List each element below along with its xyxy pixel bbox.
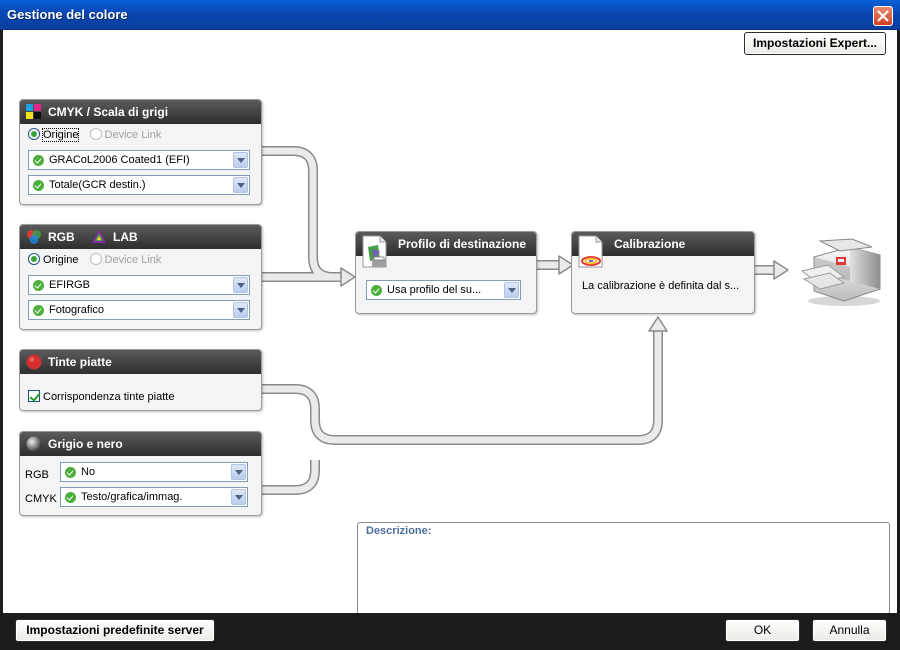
cmyk-panel-title: CMYK / Scala di grigi bbox=[48, 105, 169, 119]
destination-panel: Profilo di destinazione Usa profilo del … bbox=[355, 231, 537, 314]
ok-check-icon bbox=[33, 155, 44, 166]
close-icon bbox=[877, 10, 889, 22]
spot-panel-header: Tinte piatte bbox=[20, 350, 261, 374]
description-label: Descrizione: bbox=[366, 525, 432, 537]
calibration-icon bbox=[578, 235, 603, 268]
rgb-circles-icon bbox=[27, 230, 41, 244]
chevron-down-icon[interactable] bbox=[233, 152, 248, 168]
cmyk-source-radio[interactable] bbox=[28, 128, 40, 140]
cmyk-source-label[interactable]: Origine bbox=[41, 128, 80, 142]
title-bar: Gestione del colore bbox=[0, 0, 900, 30]
ok-check-icon bbox=[33, 280, 44, 291]
arrowhead-printer bbox=[773, 260, 789, 280]
calibration-text: La calibrazione è definita dal s... bbox=[582, 280, 740, 292]
arrowhead-dest bbox=[340, 267, 356, 287]
spot-color-icon bbox=[26, 354, 42, 370]
cmyk-source-radio-row: Origine Device Link bbox=[28, 128, 162, 142]
ok-check-icon bbox=[65, 467, 76, 478]
connector-cmyk bbox=[261, 146, 343, 282]
chevron-down-icon[interactable] bbox=[233, 302, 248, 318]
arrowhead-calib-up bbox=[648, 316, 668, 332]
gray-ball-icon bbox=[26, 436, 42, 452]
gray-cmyk-select[interactable]: Testo/grafica/immag. bbox=[60, 487, 248, 507]
rgb-profile-select[interactable]: EFIRGB bbox=[28, 275, 250, 295]
cmyk-rendering-select[interactable]: Totale(GCR destin.) bbox=[28, 175, 250, 195]
rgb-source-label[interactable]: Origine bbox=[43, 254, 78, 266]
cmyk-panel-header: CMYK / Scala di grigi bbox=[20, 100, 261, 124]
rgb-source-radio-row: Origine Device Link bbox=[28, 253, 161, 266]
spot-match-checkbox[interactable] bbox=[28, 390, 40, 402]
rgb-profile-value: EFIRGB bbox=[49, 279, 90, 291]
ok-check-icon bbox=[33, 305, 44, 316]
gray-rgb-label: RGB bbox=[25, 469, 49, 481]
chevron-down-icon[interactable] bbox=[231, 464, 246, 480]
destination-profile-select[interactable]: Usa profilo del su... bbox=[366, 280, 521, 300]
chevron-down-icon[interactable] bbox=[233, 277, 248, 293]
rgb-panel: RGB LAB Origine Device Link EFIRGB Fotog bbox=[19, 224, 262, 330]
lab-triangle-icon bbox=[92, 230, 106, 243]
gray-cmyk-value: Testo/grafica/immag. bbox=[81, 491, 183, 503]
cmyk-swatch-icon bbox=[26, 104, 41, 119]
gray-rgb-select[interactable]: No bbox=[60, 462, 248, 482]
gray-panel-header: Grigio e nero bbox=[20, 432, 261, 456]
cmyk-devicelink-radio bbox=[89, 128, 102, 140]
chevron-down-icon[interactable] bbox=[504, 282, 519, 298]
gray-rgb-value: No bbox=[81, 466, 96, 478]
gray-panel: Grigio e nero RGB No CMYK Testo/grafica/… bbox=[19, 431, 262, 516]
lab-panel-title: LAB bbox=[113, 230, 138, 244]
cmyk-rendering-value: Totale(GCR destin.) bbox=[49, 179, 146, 191]
gray-panel-title: Grigio e nero bbox=[48, 437, 123, 451]
calibration-panel-title: Calibrazione bbox=[614, 237, 686, 251]
close-button[interactable] bbox=[873, 6, 893, 26]
rgb-devicelink-radio bbox=[89, 253, 102, 265]
rgb-panel-title: RGB bbox=[48, 230, 75, 244]
dialog-footer: Impostazioni predefinite server OK Annul… bbox=[3, 613, 897, 647]
ok-button[interactable]: OK bbox=[725, 619, 800, 642]
chevron-down-icon[interactable] bbox=[231, 489, 246, 505]
dialog-client: Impostazioni Expert... CMYK / Scala di g… bbox=[3, 30, 897, 641]
ok-check-icon bbox=[65, 492, 76, 503]
cmyk-panel: CMYK / Scala di grigi Origine Device Lin… bbox=[19, 99, 262, 205]
destination-panel-title: Profilo di destinazione bbox=[398, 237, 527, 251]
connector-spot bbox=[261, 330, 663, 445]
gray-cmyk-label: CMYK bbox=[25, 493, 57, 505]
cmyk-profile-value: GRACoL2006 Coated1 (EFI) bbox=[49, 154, 190, 166]
destination-profile-value: Usa profilo del su... bbox=[387, 284, 482, 296]
dialog-window: Gestione del colore Impostazioni Expert.… bbox=[0, 0, 900, 650]
printer-profile-icon bbox=[362, 235, 387, 268]
spot-panel: Tinte piatte Corrispondenza tinte piatte bbox=[19, 349, 262, 411]
rgb-rendering-select[interactable]: Fotografico bbox=[28, 300, 250, 320]
server-defaults-button[interactable]: Impostazioni predefinite server bbox=[15, 619, 215, 642]
rgb-panel-header: RGB LAB bbox=[20, 225, 261, 249]
cmyk-profile-select[interactable]: GRACoL2006 Coated1 (EFI) bbox=[28, 150, 250, 170]
spot-match-label[interactable]: Corrispondenza tinte piatte bbox=[43, 391, 174, 403]
printer-icon bbox=[800, 238, 881, 306]
rgb-rendering-value: Fotografico bbox=[49, 304, 105, 316]
chevron-down-icon[interactable] bbox=[233, 177, 248, 193]
window-title: Gestione del colore bbox=[7, 7, 128, 22]
cmyk-devicelink-label: Device Link bbox=[104, 129, 162, 141]
ok-check-icon bbox=[33, 180, 44, 191]
cancel-button[interactable]: Annulla bbox=[812, 619, 887, 642]
calibration-panel: Calibrazione La calibrazione è definita … bbox=[571, 231, 755, 314]
spot-match-row: Corrispondenza tinte piatte bbox=[28, 390, 174, 403]
ok-check-icon bbox=[371, 285, 382, 296]
rgb-devicelink-label: Device Link bbox=[104, 254, 162, 266]
expert-settings-button[interactable]: Impostazioni Expert... bbox=[744, 32, 886, 55]
rgb-source-radio[interactable] bbox=[28, 253, 40, 265]
spot-panel-title: Tinte piatte bbox=[48, 355, 112, 369]
